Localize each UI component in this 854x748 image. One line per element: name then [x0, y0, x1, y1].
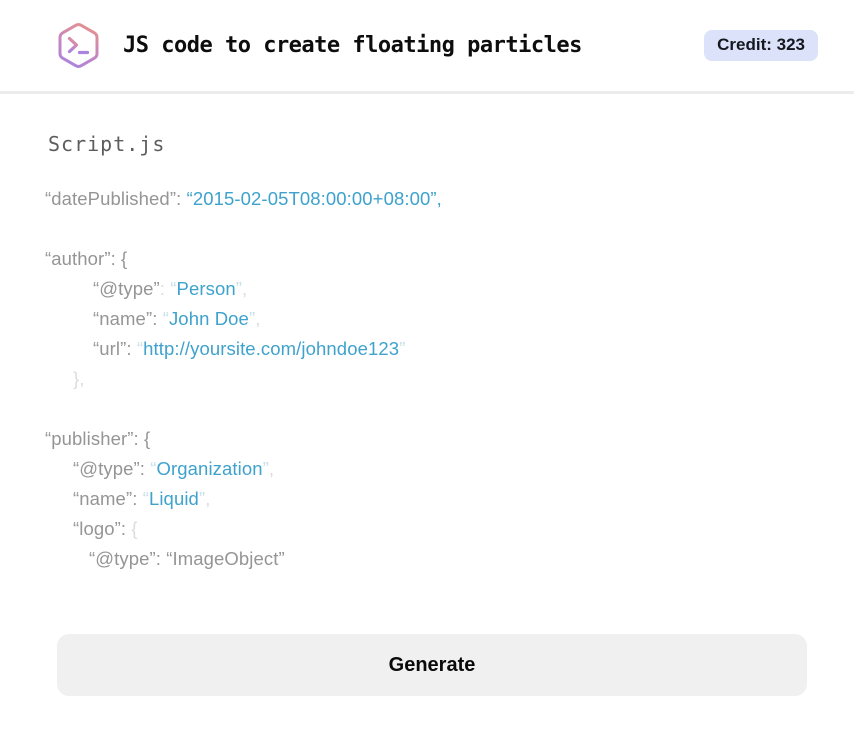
code-line: “@type”: “Organization”,	[45, 454, 814, 484]
code-token: : {	[110, 248, 128, 269]
terminal-hexagon-icon	[58, 23, 99, 68]
code-token: ,	[255, 308, 261, 329]
code-line: },	[45, 364, 814, 394]
code-line: “@type”: “ImageObject”	[45, 544, 814, 574]
code-token: :	[126, 338, 137, 359]
code-line: “author”: {	[45, 244, 814, 274]
header: JS code to create floating particles Cre…	[0, 0, 854, 94]
code-token: : {	[133, 428, 151, 449]
code-token: ,	[242, 278, 248, 299]
credit-badge: Credit: 323	[704, 30, 818, 61]
code-line: “url”: “http://yoursite.com/johndoe123”	[45, 334, 814, 364]
code-line: “datePublished”: “2015-02-05T08:00:00+08…	[45, 184, 814, 214]
code-line: “logo”: {	[45, 514, 814, 544]
code-token: “author”	[45, 248, 111, 269]
code-token: Person	[176, 278, 236, 299]
code-token: John Doe	[168, 308, 249, 329]
code-token: “publisher”	[45, 428, 134, 449]
code-token: {	[131, 518, 138, 539]
code-token: “2015-02-05T08:00:00+08:00”,	[186, 188, 442, 209]
code-token: “url”	[93, 338, 127, 359]
code-token: :	[120, 518, 132, 539]
code-line: “publisher”: {	[45, 424, 814, 454]
code-token: Organization	[156, 458, 263, 479]
page-title: JS code to create floating particles	[123, 33, 582, 58]
code-token: “@type”	[73, 458, 140, 479]
code-token: :	[176, 188, 187, 209]
code-token: “logo”	[73, 518, 121, 539]
code-token: “datePublished”	[45, 188, 177, 209]
code-line: “@type”: “Person”,	[45, 274, 814, 304]
main-content: Script.js “datePublished”: “2015-02-05T0…	[0, 94, 854, 574]
code-token: ,	[205, 488, 211, 509]
code-token: http://yoursite.com/johndoe123	[143, 338, 400, 359]
code-token: :	[132, 488, 143, 509]
generate-button[interactable]: Generate	[57, 634, 807, 696]
code-line: “name”: “Liquid”,	[45, 484, 814, 514]
code-block: “datePublished”: “2015-02-05T08:00:00+08…	[45, 184, 814, 574]
code-line: “name”: “John Doe”,	[45, 304, 814, 334]
code-token: },	[73, 368, 85, 389]
code-token: “name”	[73, 488, 133, 509]
app-logo	[55, 22, 102, 69]
footer: Generate	[0, 634, 854, 696]
code-token: “name”	[93, 308, 153, 329]
code-token: “@type”: “ImageObject”	[89, 548, 285, 569]
code-token: :	[159, 278, 171, 299]
code-token: Liquid	[148, 488, 199, 509]
file-name-label: Script.js	[48, 132, 166, 156]
code-token: ,	[268, 458, 275, 479]
code-token: ”	[399, 338, 406, 359]
code-token: :	[139, 458, 151, 479]
code-token: :	[152, 308, 163, 329]
code-token: “@type”	[93, 278, 160, 299]
